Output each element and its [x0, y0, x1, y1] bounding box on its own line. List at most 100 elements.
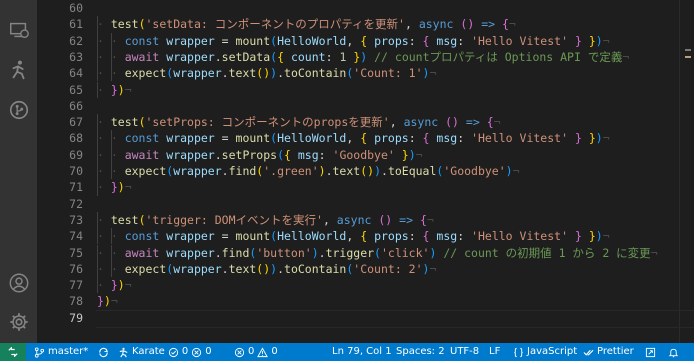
eol-marker: ¬ — [508, 17, 516, 32]
code-token: = — [214, 229, 236, 244]
code-line: · test('setData: コンポーネントのプロパティを更新', asyn… — [97, 16, 516, 32]
editor-scrollbar[interactable] — [679, 0, 694, 343]
code-token: ) — [408, 147, 416, 162]
code-token: : — [408, 131, 423, 146]
code-token: wrapper — [166, 147, 215, 162]
code-token: . — [214, 245, 222, 260]
code-token: { — [486, 115, 494, 130]
code-token: () — [460, 17, 475, 32]
code-token: setData — [221, 49, 271, 64]
whitespace-marker: · · — [97, 147, 125, 162]
code-line: · · const wrapper = mount(HelloWorld, { … — [97, 130, 610, 146]
code-token: await — [124, 49, 160, 64]
notifications-button[interactable] — [668, 343, 679, 361]
line-number: 68 — [69, 131, 83, 146]
indentation-setting[interactable]: Spaces: 2 — [396, 343, 445, 361]
code-token: 'setData: コンポーネントのプロパティを更新' — [145, 17, 405, 32]
line-number: 63 — [69, 49, 83, 64]
code-token: 'Goodbye' — [332, 147, 395, 162]
remote-icon — [8, 347, 18, 357]
run-test-icon[interactable] — [7, 58, 30, 81]
whitespace-marker: · — [97, 180, 111, 195]
git-branch[interactable]: master* — [34, 343, 88, 361]
eol-marker: ¬ — [650, 245, 658, 260]
prettier-status[interactable]: Prettier — [583, 343, 634, 361]
remote-explorer-icon[interactable] — [7, 18, 30, 41]
code-token: toEqual — [387, 164, 437, 178]
code-token: () — [360, 164, 375, 178]
code-token: // count の初期値 1 から 2 に変更 — [443, 245, 651, 260]
branch-name: master* — [48, 346, 89, 357]
problems-status[interactable]: 0 0 — [234, 343, 278, 361]
line-number: 78 — [69, 294, 83, 309]
sync-icon — [99, 347, 108, 357]
code-token: ) — [318, 164, 326, 178]
eol-marker: ¬ — [429, 261, 437, 276]
eol-marker: ¬ — [602, 131, 610, 146]
indentation-text: Spaces: 2 — [396, 346, 445, 357]
karate-icon — [119, 347, 128, 357]
code-line: · · const wrapper = mount(HelloWorld, { … — [97, 33, 610, 49]
code-token: wrapper — [166, 245, 215, 260]
whitespace-marker: · — [97, 17, 111, 32]
source-control-icon[interactable] — [7, 98, 30, 121]
eol-setting[interactable]: LF — [489, 343, 500, 361]
line-number: 76 — [69, 261, 83, 276]
code-token: text — [228, 66, 257, 81]
code-line: · })¬ — [97, 277, 132, 293]
code-token: async — [403, 115, 439, 130]
whitespace-marker: · · — [97, 245, 125, 260]
code-token: expect — [124, 261, 167, 276]
code-line: · · await wrapper.find('button').trigger… — [97, 245, 658, 261]
karate-status[interactable]: Karate 0 0 — [118, 343, 212, 361]
cursor-position[interactable]: Ln 79, Col 1 — [332, 343, 392, 361]
whitespace-marker: · · — [97, 131, 125, 146]
code-token: ) — [311, 245, 319, 260]
feedback-button[interactable] — [645, 343, 656, 361]
line-number: 67 — [69, 115, 83, 130]
error-icon — [234, 347, 245, 357]
code-editor[interactable]: 60 61 · test('setData: コンポーネントのプロパティを更新', … — [37, 0, 694, 343]
code-token: mount — [235, 229, 271, 244]
account-icon[interactable] — [7, 271, 30, 294]
code-token: , — [389, 115, 404, 130]
current-line-highlight — [96, 309, 694, 328]
whitespace-marker: · — [97, 278, 111, 293]
code-token: { — [419, 212, 427, 227]
whitespace-marker: · · — [97, 261, 125, 276]
code-token: . — [325, 164, 333, 178]
line-number: 60 — [69, 1, 83, 15]
code-token: { — [284, 147, 291, 162]
sync-button[interactable] — [98, 343, 109, 361]
code-token: => — [465, 115, 480, 130]
code-token: ) — [595, 229, 603, 244]
eol-marker: ¬ — [124, 278, 132, 293]
code-token: . — [221, 66, 229, 81]
settings-gear-icon[interactable] — [7, 310, 30, 333]
eol-marker: ¬ — [493, 115, 501, 130]
code-token: toContain — [284, 261, 347, 276]
code-token: HelloWorld — [277, 33, 347, 48]
karate-passed-count: 0 — [181, 346, 189, 357]
code-token: msg — [436, 33, 458, 48]
code-token: ( — [277, 147, 284, 162]
line-number: 70 — [69, 164, 83, 178]
language-mode[interactable]: JavaScript — [513, 343, 577, 361]
line-number: 62 — [69, 33, 83, 48]
code-token: find — [228, 164, 257, 178]
code-token: 'click' — [380, 245, 430, 260]
code-token: { — [501, 17, 509, 32]
code-token: , — [346, 229, 361, 244]
code-token: . — [318, 245, 326, 260]
encoding-setting[interactable]: UTF-8 — [450, 343, 479, 361]
code-token: : — [408, 229, 423, 244]
code-token: ( — [138, 212, 146, 227]
code-token: 'Count: 1' — [353, 66, 423, 81]
remote-indicator[interactable] — [0, 343, 26, 361]
code-line: })¬ — [97, 293, 118, 309]
code-token: 'trigger: DOMイベントを実行' — [145, 212, 323, 227]
